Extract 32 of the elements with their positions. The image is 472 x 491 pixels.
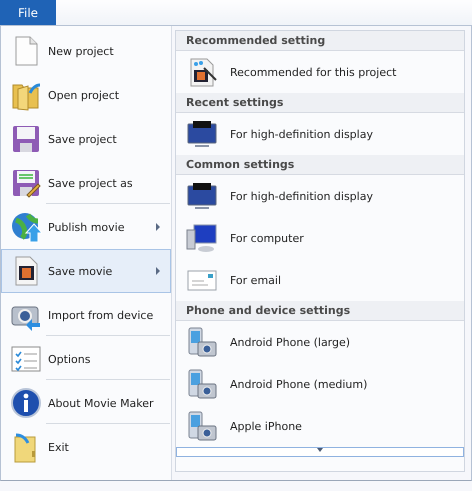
menu-item[interactable]: Android Phone (medium) [176,363,464,405]
menu-item[interactable]: For high-definition display [176,175,464,217]
menu-item[interactable]: Save project [1,117,171,161]
scroll-down-bar[interactable] [176,447,464,457]
menu-item[interactable]: New project [1,29,171,73]
menu-item[interactable]: Apple iPhone [176,405,464,447]
menu-item[interactable]: For computer [176,217,464,259]
phone-camera-icon [186,326,218,358]
phone-camera-icon [186,410,218,442]
phone-camera-icon [186,368,218,400]
submenu-arrow-icon [156,267,160,275]
menu-item[interactable]: For email [176,259,464,301]
section-header: Phone and device settings [176,301,464,321]
caret-down-icon [317,448,323,452]
menu-item[interactable]: Recommended for this project [176,51,464,93]
file-tab[interactable]: File [0,0,56,25]
computer-icon [186,222,218,254]
menu-item[interactable]: For high-definition display [176,113,464,155]
menu-item[interactable]: Open project [1,73,171,117]
monitor-icon [186,118,218,150]
monitor-icon [186,180,218,212]
menu-item[interactable]: Exit [1,425,171,469]
submenu-arrow-icon [156,223,160,231]
info-icon [10,387,42,419]
menu-item[interactable]: Publish movie [1,205,171,249]
section-header: Recommended setting [176,31,464,51]
section-header: Recent settings [176,93,464,113]
menu-item[interactable]: Save movie [1,249,171,293]
menu-item[interactable]: Android Phone (large) [176,321,464,363]
section-header: Common settings [176,155,464,175]
globe-arrow-icon [10,211,42,243]
floppy-pencil-icon [10,167,42,199]
